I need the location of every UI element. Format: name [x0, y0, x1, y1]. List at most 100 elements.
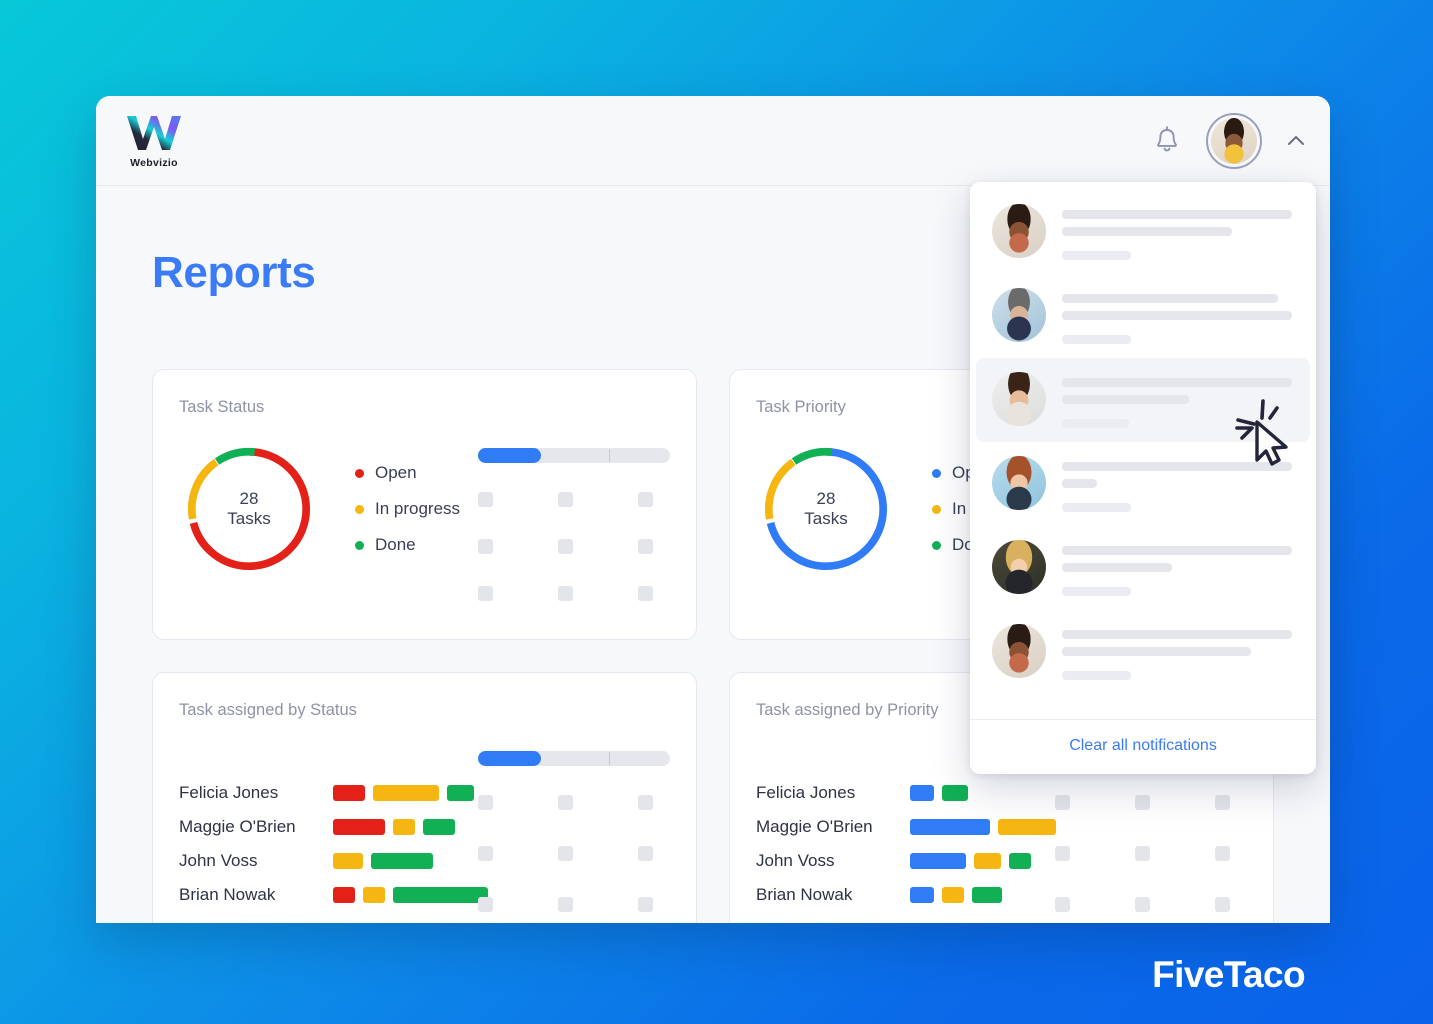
assignee-bars: [333, 819, 455, 835]
bar-segment: [373, 785, 439, 801]
legend-item-open: Open: [355, 463, 460, 483]
placeholder-square: [558, 539, 573, 554]
skeleton-line: [1062, 479, 1097, 488]
header-actions: [1150, 96, 1308, 186]
placeholder-square: [478, 795, 493, 810]
bar-segment: [910, 853, 966, 869]
notification-skeleton-lines: [1062, 624, 1292, 680]
bar-segment: [974, 853, 1001, 869]
notification-skeleton-lines: [1062, 204, 1292, 260]
legend-dot-icon: [932, 540, 941, 550]
avatar-man-glasses: [992, 288, 1046, 342]
progress-fill: [478, 751, 542, 766]
notification-item[interactable]: [976, 526, 1310, 610]
placeholder-square-grid: [478, 492, 668, 601]
assignee-name: Felicia Jones: [756, 783, 856, 802]
assignee-bars: [910, 887, 1002, 903]
placeholder-square: [478, 539, 493, 554]
assignee-name: Brian Nowak: [179, 885, 276, 904]
card-title: Task assigned by Status: [179, 701, 357, 719]
placeholder-square: [1055, 897, 1070, 912]
placeholder-square: [558, 846, 573, 861]
avatar-woman-bun: [992, 372, 1046, 426]
brand-logo[interactable]: Webvizio: [112, 113, 196, 169]
progress-fill: [478, 448, 542, 463]
placeholder-square: [638, 846, 653, 861]
legend-dot-icon: [355, 468, 364, 478]
assignee-bars: [333, 853, 433, 869]
skeleton-line: [1062, 671, 1131, 680]
skeleton-line: [1062, 335, 1131, 344]
avatar-image: [1211, 118, 1257, 164]
placeholder-square: [478, 897, 493, 912]
bar-segment: [942, 785, 968, 801]
placeholder-square: [558, 586, 573, 601]
bell-icon: [1157, 126, 1177, 152]
donut-center-label: 28 Tasks: [760, 443, 892, 575]
notification-item[interactable]: [976, 274, 1310, 358]
skeleton-line: [1062, 210, 1292, 219]
card-task-status: Task Status 28 Tasks Open In progress Do…: [152, 369, 697, 640]
avatar[interactable]: [1206, 113, 1262, 169]
donut-graphic: 28 Tasks: [183, 443, 315, 575]
placeholder-square: [1135, 846, 1150, 861]
brand-name: Webvizio: [130, 156, 178, 169]
chevron-up-icon[interactable]: [1284, 129, 1308, 153]
placeholder-progress-bar[interactable]: [478, 448, 670, 463]
bar-segment: [972, 887, 1002, 903]
bar-segment: [333, 887, 355, 903]
skeleton-line: [1062, 546, 1292, 555]
placeholder-square: [558, 795, 573, 810]
placeholder-square: [638, 539, 653, 554]
bar-segment: [363, 887, 385, 903]
skeleton-line: [1062, 395, 1189, 404]
avatar-woman-blonde: [992, 540, 1046, 594]
notification-item[interactable]: [976, 610, 1310, 694]
placeholder-square-grid: [1055, 795, 1245, 912]
bar-segment: [1009, 853, 1031, 869]
notification-skeleton-lines: [1062, 288, 1292, 344]
fivetaco-watermark: FiveTaco: [1152, 954, 1305, 995]
w-logo-icon: [127, 115, 181, 150]
skeleton-line: [1062, 311, 1292, 320]
legend-dot-icon: [355, 504, 364, 514]
notification-item[interactable]: [976, 190, 1310, 274]
assignee-name: Brian Nowak: [756, 885, 853, 904]
clear-all-notifications-link[interactable]: Clear all notifications: [1069, 737, 1217, 754]
assignee-bars: [910, 785, 968, 801]
legend-label: Done: [375, 535, 416, 554]
click-cursor-icon: [1235, 399, 1288, 466]
notification-skeleton-lines: [1062, 540, 1292, 596]
skeleton-line: [1062, 227, 1233, 236]
notification-bell-button[interactable]: [1150, 122, 1184, 160]
skeleton-line: [1062, 294, 1279, 303]
legend-item-done: Done: [355, 535, 460, 555]
skeleton-line: [1062, 630, 1292, 639]
screenshot-root: Webvizio Reports Task Status 28 Tasks Op…: [0, 0, 1433, 1024]
donut-value: 28: [816, 489, 836, 509]
assignee-bars: [910, 853, 1031, 869]
bar-segment: [333, 853, 363, 869]
assignee-name: Felicia Jones: [179, 783, 279, 802]
bar-segment: [333, 819, 385, 835]
donut-center-label: 28 Tasks: [183, 443, 315, 575]
bar-segment: [423, 819, 455, 835]
placeholder-square: [478, 586, 493, 601]
app-header: Webvizio: [96, 96, 1330, 186]
placeholder-square: [1055, 846, 1070, 861]
assignee-name: John Voss: [179, 851, 258, 870]
placeholder-square: [1135, 897, 1150, 912]
bar-segment: [910, 887, 934, 903]
legend-dot-icon: [932, 504, 941, 514]
placeholder-square: [1215, 795, 1230, 810]
placeholder-progress-bar[interactable]: [478, 751, 670, 766]
legend-dot-icon: [355, 540, 364, 550]
donut-graphic: 28 Tasks: [760, 443, 892, 575]
bar-segment: [910, 819, 990, 835]
placeholder-square: [638, 795, 653, 810]
progress-tick: [608, 449, 610, 462]
assignee-name: Maggie O'Brien: [756, 817, 873, 836]
legend-dot-icon: [932, 468, 941, 478]
placeholder-square: [558, 897, 573, 912]
placeholder-square-grid: [478, 795, 668, 912]
